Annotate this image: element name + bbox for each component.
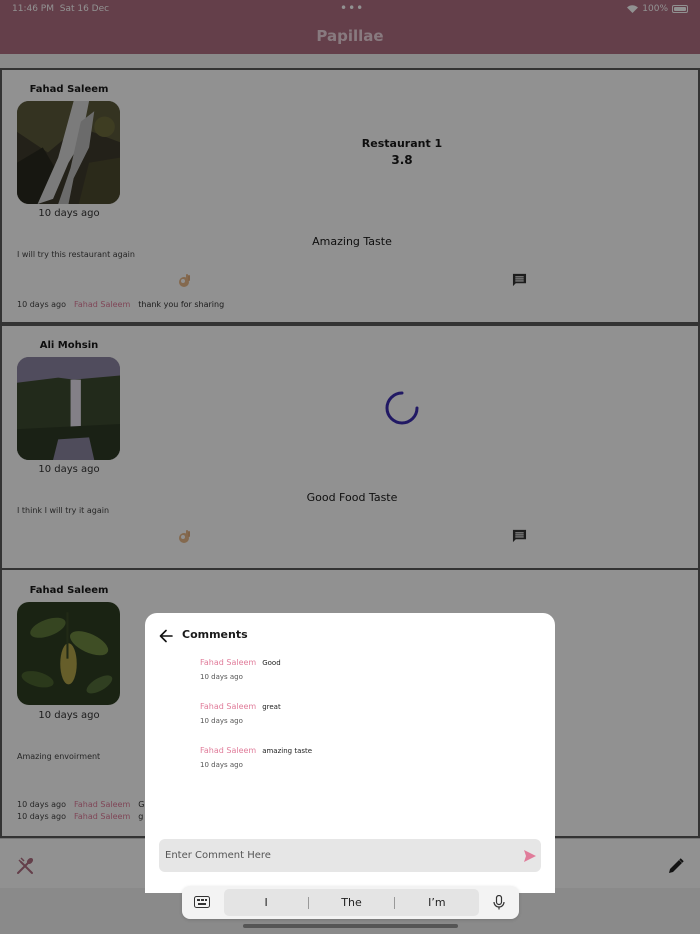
back-arrow-icon[interactable]: [159, 629, 173, 643]
send-icon[interactable]: [523, 849, 537, 863]
comment-item: Fahad Saleem Good 10 days ago: [200, 658, 281, 681]
suggestion-strip: I The I’m: [224, 889, 479, 916]
comment-date: 10 days ago: [200, 761, 243, 769]
suggestion-item[interactable]: The: [309, 896, 393, 909]
comment-user[interactable]: Fahad Saleem: [200, 746, 256, 755]
microphone-icon[interactable]: [493, 895, 505, 910]
comments-title: Comments: [182, 628, 248, 641]
suggestion-item[interactable]: I: [224, 896, 308, 909]
comment-date: 10 days ago: [200, 717, 243, 725]
comment-user[interactable]: Fahad Saleem: [200, 702, 256, 711]
comment-item: Fahad Saleem amazing taste 10 days ago: [200, 746, 312, 769]
keyboard-language-icon[interactable]: [194, 896, 210, 908]
comment-input-row: [159, 839, 541, 872]
keyboard-suggestion-bar: I The I’m: [182, 886, 519, 919]
home-indicator[interactable]: [243, 924, 458, 928]
comment-text: Good: [262, 659, 281, 667]
comment-item: Fahad Saleem great 10 days ago: [200, 702, 281, 725]
comment-user[interactable]: Fahad Saleem: [200, 658, 256, 667]
comment-text: great: [262, 703, 281, 711]
comment-input[interactable]: [165, 839, 515, 872]
suggestion-item[interactable]: I’m: [395, 896, 479, 909]
comment-text: amazing taste: [262, 747, 313, 755]
comment-date: 10 days ago: [200, 673, 243, 681]
comments-sheet: Comments Fahad Saleem Good 10 days ago Fa…: [145, 613, 555, 893]
